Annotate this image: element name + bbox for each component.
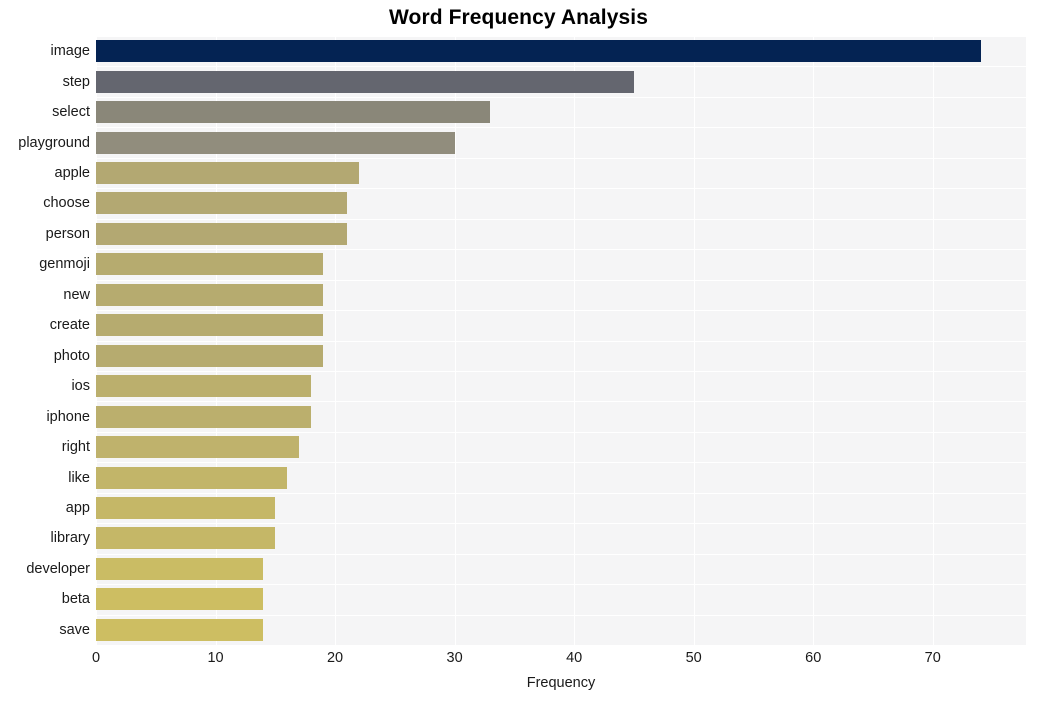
- bar: [96, 131, 455, 154]
- y-axis-tick-label: iphone: [46, 408, 90, 425]
- chart-title: Word Frequency Analysis: [388, 6, 649, 29]
- bar: [96, 375, 312, 398]
- y-axis-tick-label: new: [63, 286, 90, 303]
- y-axis-tick-label: photo: [53, 347, 90, 364]
- bar: [96, 314, 324, 337]
- bar: [96, 253, 324, 276]
- plot-area: [96, 36, 1026, 645]
- x-axis-tick-labels: 0 10 20 30 40 50 60 70: [0, 650, 1037, 672]
- bar: [96, 40, 981, 63]
- x-axis-tick-label: 60: [805, 650, 822, 666]
- gridline-horizontal: [96, 614, 1026, 616]
- y-axis-tick-label: person: [45, 225, 90, 242]
- y-axis-tick-label: apple: [54, 165, 90, 182]
- y-axis-tick-label: step: [62, 73, 90, 90]
- gridline-horizontal: [96, 36, 1026, 37]
- x-axis-tick-label: 70: [924, 650, 941, 666]
- y-axis-tick-label: create: [49, 317, 90, 334]
- gridline-horizontal: [96, 431, 1026, 433]
- bar: [96, 101, 491, 124]
- gridline-horizontal: [96, 96, 1026, 98]
- gridline-horizontal: [96, 401, 1026, 403]
- bar: [96, 496, 276, 519]
- gridline-horizontal: [96, 157, 1026, 159]
- y-axis-tick-label: right: [61, 439, 90, 456]
- y-axis-tick-label: genmoji: [39, 256, 90, 273]
- y-axis-tick-label: ios: [71, 378, 90, 395]
- bar: [96, 222, 348, 245]
- bar: [96, 618, 264, 641]
- x-axis-tick-label: 20: [326, 650, 344, 666]
- gridline-horizontal: [96, 249, 1026, 251]
- bar: [96, 466, 288, 489]
- y-axis-tick-label: developer: [26, 560, 90, 577]
- x-axis-tick-label: 50: [685, 650, 702, 666]
- word-frequency-bar-chart: Word Frequency Analysis image step select p…: [0, 0, 1037, 701]
- y-axis-tick-labels: image step select playground apple choose pers…: [0, 36, 90, 645]
- gridline-horizontal: [96, 127, 1026, 129]
- gridline-horizontal: [96, 188, 1026, 190]
- y-axis-tick-label: app: [65, 499, 90, 516]
- gridline-horizontal: [96, 584, 1026, 586]
- bar: [96, 557, 264, 580]
- x-axis-tick-label: 0: [91, 650, 101, 666]
- y-axis-tick-label: choose: [43, 195, 90, 212]
- bar: [96, 405, 312, 428]
- bar: [96, 70, 634, 93]
- x-axis-tick-label: 10: [207, 650, 224, 666]
- y-axis-tick-label: save: [59, 621, 90, 638]
- bar: [96, 283, 324, 306]
- y-axis-tick-label: playground: [18, 134, 90, 151]
- y-axis-tick-label: beta: [61, 591, 90, 608]
- bar: [96, 162, 359, 185]
- x-axis-tick-label: 40: [566, 650, 583, 666]
- bar: [96, 436, 300, 459]
- gridline-horizontal: [96, 218, 1026, 220]
- y-axis-tick-label: library: [50, 530, 90, 547]
- gridline-horizontal: [96, 523, 1026, 525]
- gridline-horizontal: [96, 66, 1026, 68]
- y-axis-tick-label: like: [68, 469, 90, 486]
- gridline-horizontal: [96, 279, 1026, 281]
- bar: [96, 527, 276, 550]
- gridline-horizontal: [96, 310, 1026, 312]
- bar: [96, 344, 324, 367]
- y-axis-tick-label: select: [52, 104, 90, 121]
- bar: [96, 588, 264, 611]
- gridline-horizontal: [96, 462, 1026, 464]
- x-axis-tick-label: 30: [446, 650, 463, 666]
- gridline-horizontal: [96, 492, 1026, 494]
- gridline-horizontal: [96, 340, 1026, 342]
- gridline-horizontal: [96, 553, 1026, 555]
- y-axis-tick-label: image: [50, 43, 91, 60]
- gridline-horizontal: [96, 370, 1026, 372]
- x-axis-label: Frequency: [526, 675, 596, 691]
- bar: [96, 192, 348, 215]
